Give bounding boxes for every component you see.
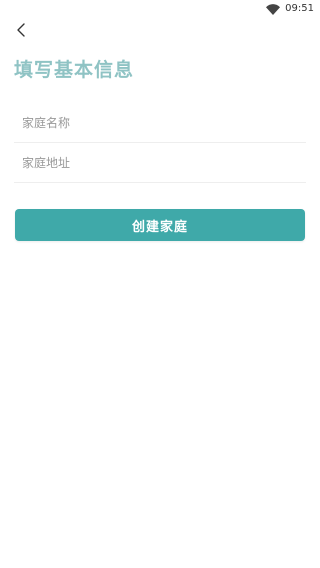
family-address-field [14,143,306,183]
wifi-icon [266,3,281,15]
page-title: 填写基本信息 [14,59,135,81]
family-name-input[interactable] [14,103,306,142]
create-family-button[interactable]: 创建家庭 [15,209,305,241]
status-time: 09:51 [285,3,314,14]
back-button[interactable] [10,19,32,41]
family-name-field [14,103,306,143]
chevron-left-icon [17,23,25,37]
status-bar: 09:51 [0,0,320,18]
screen: 09:51 填写基本信息 创建家庭 [0,0,320,568]
family-address-input[interactable] [14,143,306,182]
